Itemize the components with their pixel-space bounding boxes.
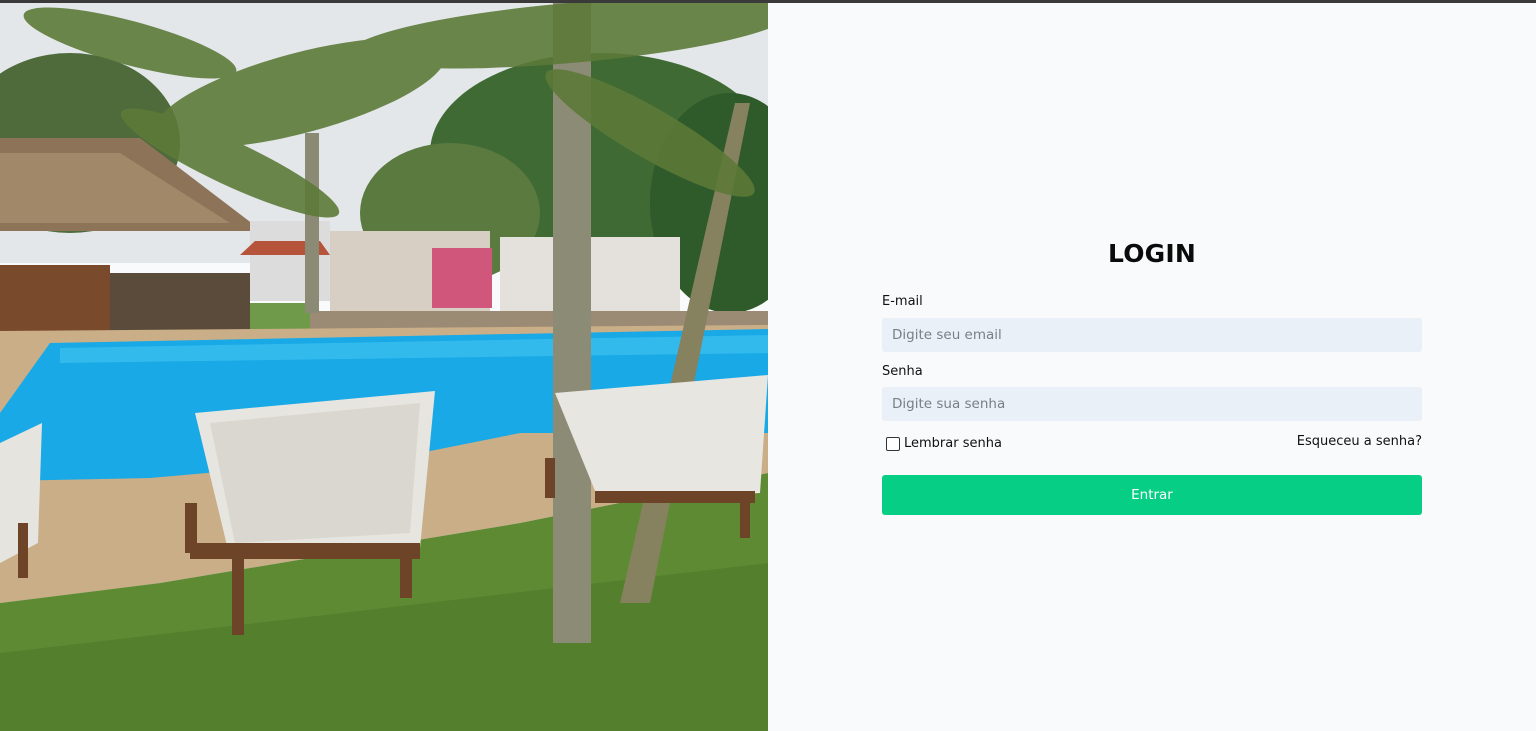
login-title: LOGIN (1107, 239, 1197, 268)
remember-password-label[interactable]: Lembrar senha (904, 436, 1002, 451)
login-page: LOGIN E-mail Senha Lembrar senha Esquece… (0, 3, 1536, 731)
email-label: E-mail (882, 294, 923, 309)
pool-scene-illustration (0, 3, 768, 731)
browser-top-edge (0, 0, 1536, 3)
forgot-password-link[interactable]: Esqueceu a senha? (1297, 434, 1422, 449)
remember-password-row: Lembrar senha (886, 436, 1002, 451)
email-input[interactable] (882, 318, 1422, 352)
hero-image (0, 3, 768, 731)
remember-password-checkbox[interactable] (886, 436, 900, 451)
password-label: Senha (882, 364, 923, 379)
login-submit-button[interactable]: Entrar (882, 475, 1422, 515)
login-panel: LOGIN E-mail Senha Lembrar senha Esquece… (768, 3, 1536, 731)
password-input[interactable] (882, 387, 1422, 421)
